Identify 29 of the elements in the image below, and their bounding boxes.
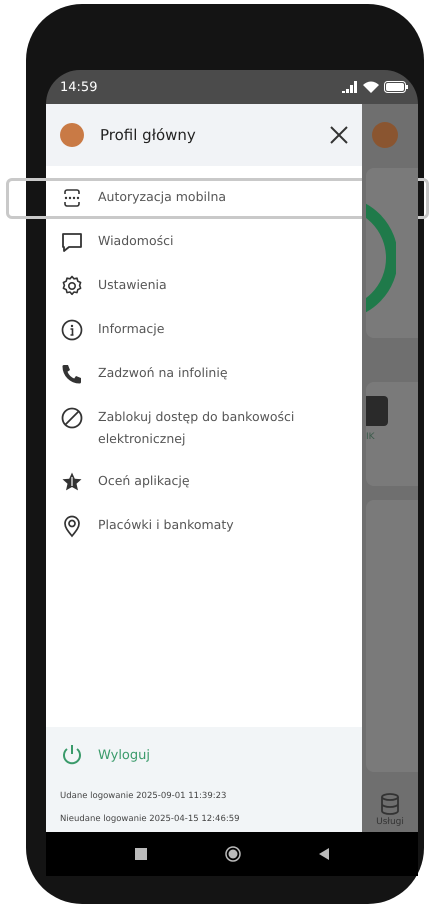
phone-icon [60,362,84,386]
login-info-text: Udane logowanie 2025-09-01 11:39:23 [60,791,228,801]
signal-icon [342,81,358,93]
menu-item[interactable]: Zablokuj dostęp do bankowości elektronicznej [46,396,362,460]
menu-item[interactable]: Wiadomości [46,220,362,264]
menu-item[interactable]: Oceń aplikację [46,460,362,504]
power-icon [60,743,84,767]
menu-item[interactable]: Ustawienia [46,264,362,308]
menu-item[interactable]: Informacje [46,308,362,352]
menu-item[interactable]: Zadzwoń na infolinię [46,352,362,396]
prohibited-icon [60,406,84,430]
settings-icon [60,274,84,298]
status-time: 14:59 [60,80,98,94]
app-tile-icon [366,396,388,426]
back-nav-icon[interactable] [319,848,329,860]
profile-avatar [372,122,398,148]
menu-item[interactable]: Placówki i bankomaty [46,504,362,548]
close-button[interactable] [328,124,350,146]
database-icon [380,793,400,815]
profile-title: Profil główny [100,126,197,144]
home-nav-icon[interactable] [225,846,241,862]
wifi-icon [363,81,379,93]
menu-item[interactable]: Autoryzacja mobilna [46,176,362,220]
speech-bubble-icon [60,230,84,254]
battery-icon [384,81,408,93]
login-info-text: Nieudane logowanie 2025-04-15 12:46:59 [60,814,241,824]
profile-avatar [60,123,84,147]
tile-label: IK [366,432,375,442]
info-icon [60,318,84,342]
